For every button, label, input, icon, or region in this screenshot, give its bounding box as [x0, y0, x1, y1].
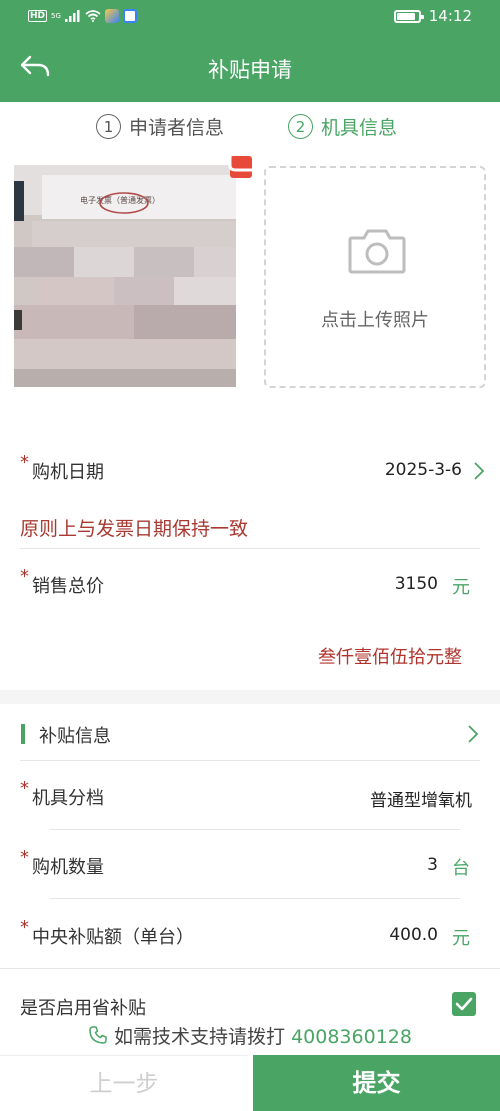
central-subsidy-unit: 元	[452, 928, 470, 949]
app-bar: HD 5G 14:12 补贴申请	[0, 0, 500, 102]
purchase-date-value: 2025-3-6	[384, 460, 462, 480]
upload-label: 点击上传照片	[321, 310, 429, 331]
delete-photo-icon[interactable]	[226, 156, 252, 182]
central-subsidy-row[interactable]: * 中央补贴额（单台） 400.0 元	[0, 917, 500, 953]
wifi-icon	[85, 10, 101, 22]
invoice-thumbnail-image: 电子发票（普通发票）	[14, 165, 236, 387]
step-label: 机具信息	[321, 117, 398, 139]
purchase-date-row[interactable]: * 购机日期 2025-3-6	[0, 452, 500, 488]
provincial-subsidy-row: 是否启用省补贴	[0, 994, 500, 1020]
camera-icon	[348, 229, 406, 274]
signal-icon	[64, 10, 80, 22]
central-subsidy-value: 400.0	[389, 925, 438, 945]
total-price-label: * 销售总价	[20, 566, 104, 597]
chevron-right-icon	[468, 725, 479, 743]
central-subsidy-label: * 中央补贴额（单台）	[20, 917, 194, 948]
chevron-right-icon	[474, 462, 485, 480]
phone-icon	[89, 1026, 107, 1044]
quantity-value[interactable]: 3	[427, 855, 438, 875]
divider	[50, 898, 460, 899]
photo-upload-box[interactable]: 点击上传照片	[264, 166, 486, 388]
section-accent-bar	[21, 724, 25, 744]
step-applicant-info[interactable]: 1 申请者信息	[96, 113, 224, 140]
required-marker: *	[20, 566, 29, 587]
machine-category-row[interactable]: * 机具分档 普通型增氧机	[0, 778, 500, 814]
step-machine-info[interactable]: 2 机具信息	[288, 113, 397, 140]
required-marker: *	[20, 778, 29, 799]
support-text: 如需技术支持请拨打	[114, 1026, 286, 1048]
step-label: 申请者信息	[129, 117, 225, 139]
total-price-unit: 元	[452, 577, 470, 598]
battery-icon	[393, 9, 424, 23]
app-notification-icon	[104, 9, 119, 23]
page-title: 补贴申请	[208, 58, 292, 82]
required-marker: *	[20, 452, 29, 473]
uploaded-invoice-photo[interactable]: 电子发票（普通发票）	[14, 165, 236, 387]
step-number: 2	[288, 114, 313, 139]
quantity-label: * 购机数量	[20, 847, 104, 878]
divider	[20, 760, 480, 761]
message-notification-icon	[122, 9, 137, 23]
machine-category-label: * 机具分档	[20, 778, 104, 809]
machine-category-value: 普通型增氧机	[370, 791, 472, 811]
quantity-row[interactable]: * 购机数量 3 台	[0, 847, 500, 883]
provincial-subsidy-label: 是否启用省补贴	[20, 998, 146, 1019]
bottom-action-bar: 上一步 提交	[0, 1055, 500, 1111]
step-indicator: 1 申请者信息 2 机具信息	[0, 113, 500, 145]
total-price-value[interactable]: 3150	[395, 574, 438, 594]
checkmark-icon	[455, 997, 473, 1011]
purchase-date-label: * 购机日期	[20, 452, 104, 483]
support-line: 如需技术支持请拨打 4008360128	[0, 1022, 500, 1049]
date-hint: 原则上与发票日期保持一致	[20, 518, 249, 540]
network-type: 5G	[51, 12, 61, 20]
section-title: 补贴信息	[39, 726, 111, 747]
status-time: 14:12	[428, 7, 472, 25]
divider	[50, 829, 460, 830]
quantity-unit: 台	[452, 858, 470, 879]
status-bar: HD 5G 14:12	[0, 0, 500, 36]
divider	[0, 968, 500, 969]
submit-button[interactable]: 提交	[253, 1055, 500, 1111]
provincial-subsidy-checkbox[interactable]	[452, 992, 476, 1016]
divider	[20, 548, 480, 549]
support-phone-link[interactable]: 4008360128	[291, 1026, 412, 1048]
required-marker: *	[20, 917, 29, 938]
section-separator	[0, 690, 500, 704]
subsidy-application-page: HD 5G 14:12 补贴申请 1 申请者信息 2 机具信息 电子发票（普通发…	[0, 0, 500, 1111]
price-in-words: 叁仟壹佰伍拾元整	[318, 647, 462, 668]
total-price-row[interactable]: * 销售总价 3150 元	[0, 566, 500, 602]
required-marker: *	[20, 847, 29, 868]
hd-indicator: HD	[28, 10, 48, 22]
subsidy-section-header[interactable]: 补贴信息	[0, 704, 500, 760]
step-number: 1	[96, 114, 121, 139]
previous-step-button[interactable]: 上一步	[0, 1055, 248, 1111]
